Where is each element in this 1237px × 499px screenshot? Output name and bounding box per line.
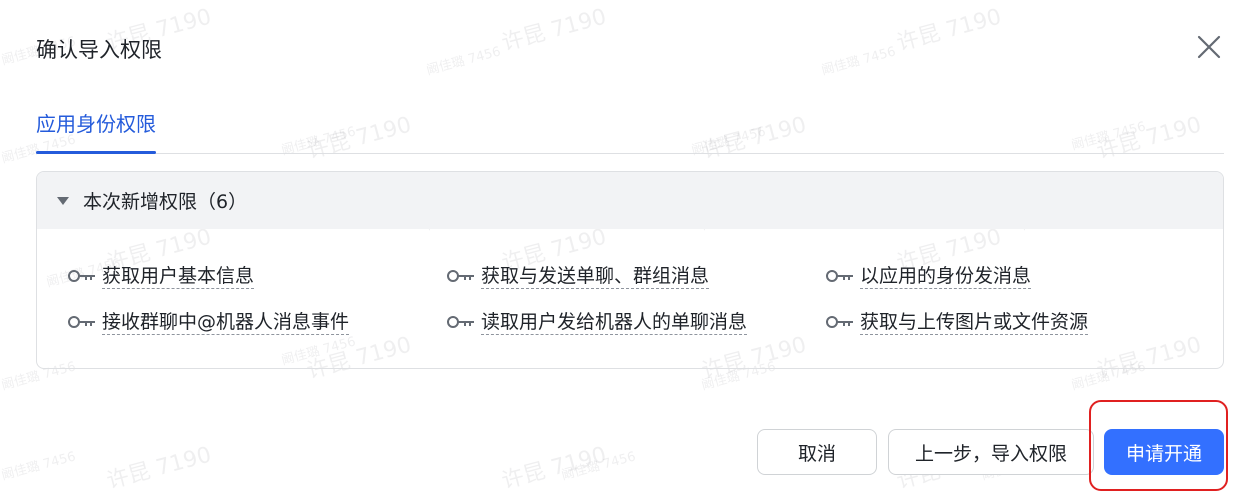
permission-item: 接收群聊中@机器人消息事件 — [68, 309, 350, 335]
permission-label: 接收群聊中@机器人消息事件 — [102, 310, 350, 335]
caret-down-icon — [57, 196, 69, 205]
permission-label: 获取与上传图片或文件资源 — [860, 310, 1089, 335]
permissions-panel-header[interactable]: 本次新增权限（6） — [37, 172, 1223, 229]
watermark-text: 阚佳璐 7456 — [819, 44, 898, 79]
watermark-text: 许昆 7190 — [499, 442, 610, 495]
watermark-text: 阚佳璐 7456 — [559, 449, 638, 484]
key-icon — [68, 315, 96, 329]
key-icon — [826, 315, 854, 329]
close-icon — [1197, 35, 1221, 59]
permission-item: 获取与上传图片或文件资源 — [826, 309, 1089, 335]
permissions-panel: 本次新增权限（6） 获取用户基本信息 获取与发送单聊、群组消息 以应用的身份发消… — [36, 171, 1224, 369]
key-icon — [447, 269, 475, 283]
close-button[interactable] — [1194, 32, 1224, 62]
permission-label: 以应用的身份发消息 — [860, 264, 1032, 289]
previous-step-button[interactable]: 上一步，导入权限 — [888, 429, 1094, 475]
permission-item: 获取与发送单聊、群组消息 — [447, 263, 710, 289]
permission-label: 读取用户发给机器人的单聊消息 — [481, 310, 748, 335]
permission-label: 获取与发送单聊、群组消息 — [481, 264, 710, 289]
key-icon — [68, 269, 96, 283]
tab-app-identity-permissions[interactable]: 应用身份权限 — [36, 108, 156, 154]
key-icon — [826, 269, 854, 283]
permission-item: 获取用户基本信息 — [68, 263, 255, 289]
watermark-text: 许昆 7190 — [894, 4, 1005, 57]
tab-bar: 应用身份权限 — [36, 108, 1224, 154]
key-icon — [447, 315, 475, 329]
watermark-text: 阚佳璐 7456 — [0, 449, 78, 484]
tab-active-indicator — [36, 151, 156, 154]
apply-button[interactable]: 申请开通 — [1104, 429, 1224, 475]
watermark-text: 许昆 7190 — [499, 4, 610, 57]
watermark-text: 许昆 7190 — [104, 442, 215, 495]
tab-label: 应用身份权限 — [36, 112, 156, 136]
cancel-button[interactable]: 取消 — [757, 429, 877, 475]
watermark-text: 阚佳璐 7456 — [424, 44, 503, 79]
permission-label: 获取用户基本信息 — [102, 264, 255, 289]
dialog-title: 确认导入权限 — [36, 38, 162, 62]
section-title: 本次新增权限（6） — [83, 191, 248, 213]
permission-item: 以应用的身份发消息 — [826, 263, 1032, 289]
permission-item: 读取用户发给机器人的单聊消息 — [447, 309, 748, 335]
